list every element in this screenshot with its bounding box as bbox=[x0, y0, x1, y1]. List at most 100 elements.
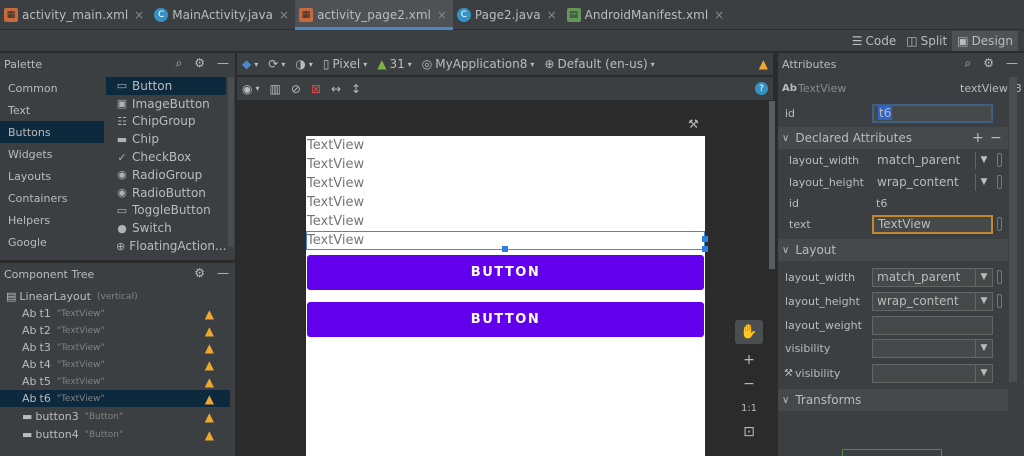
layout-weight-input[interactable] bbox=[872, 315, 993, 335]
minimize-icon[interactable]: — bbox=[1006, 56, 1018, 71]
vertical-expand-button[interactable]: ↕ bbox=[346, 82, 366, 96]
warning-icon[interactable]: ▲ bbox=[205, 375, 214, 389]
horizontal-expand-button[interactable]: ↔ bbox=[326, 82, 346, 96]
warning-icon[interactable]: ▲ bbox=[205, 358, 214, 372]
tab-page2-java[interactable]: C Page2.java × bbox=[453, 0, 563, 30]
declared-attributes-section[interactable]: ∨ Declared Attributes + − bbox=[778, 127, 1008, 149]
night-mode-button[interactable]: ◑ ▾ bbox=[290, 57, 318, 71]
tree-row-t4[interactable]: Ab t4 "TextView" ▲ bbox=[0, 356, 230, 373]
palette-category-text[interactable]: Text bbox=[0, 99, 104, 121]
resource-picker-icon[interactable] bbox=[997, 175, 1002, 189]
textview-t1[interactable]: TextView bbox=[307, 136, 364, 155]
tab-mainactivity-java[interactable]: C MainActivity.java × bbox=[150, 0, 295, 30]
design-canvas[interactable]: ⚒ TextView TextView TextView TextView Te… bbox=[237, 101, 775, 456]
resource-picker-icon[interactable] bbox=[997, 153, 1002, 167]
canvas-scrollbar[interactable] bbox=[769, 101, 775, 269]
palette-scrollbar[interactable] bbox=[228, 77, 234, 247]
attributes-scrollbar[interactable] bbox=[1009, 77, 1017, 382]
code-mode-button[interactable]: ☰ Code bbox=[847, 31, 902, 51]
tab-androidmanifest-xml[interactable]: ▤ AndroidManifest.xml × bbox=[563, 0, 731, 30]
tree-row-t2[interactable]: Ab t2 "TextView" ▲ bbox=[0, 322, 230, 339]
device-selector[interactable]: ▯ Pixel ▾ bbox=[318, 57, 372, 71]
wrench-icon[interactable]: ⚒ bbox=[688, 117, 699, 131]
palette-item-floatingaction[interactable]: ⊕ FloatingAction... bbox=[106, 237, 226, 255]
chevron-down-icon[interactable]: ▼ bbox=[975, 364, 992, 382]
tab-activity-main-xml[interactable]: ▦ activity_main.xml × bbox=[0, 0, 150, 30]
design-surface-button[interactable]: ◆ ▾ bbox=[237, 57, 263, 71]
search-icon[interactable]: ⌕ bbox=[176, 56, 183, 71]
resource-picker-icon[interactable] bbox=[997, 217, 1002, 231]
locale-selector[interactable]: ⊕ Default (en-us) ▾ bbox=[539, 57, 659, 71]
chevron-down-icon[interactable]: ▼ bbox=[975, 151, 992, 169]
palette-category-helpers[interactable]: Helpers bbox=[0, 209, 104, 231]
palette-item-button[interactable]: ▭ Button bbox=[106, 77, 226, 95]
tree-row-t3[interactable]: Ab t3 "TextView" ▲ bbox=[0, 339, 230, 356]
palette-item-checkbox[interactable]: ✓ CheckBox bbox=[106, 148, 226, 166]
chevron-down-icon[interactable]: ▼ bbox=[975, 173, 992, 191]
palette-item-chip[interactable]: ▬ Chip bbox=[106, 130, 226, 148]
gear-icon[interactable]: ⚙ bbox=[194, 56, 205, 71]
tree-row-t1[interactable]: Ab t1 "TextView" ▲ bbox=[0, 305, 230, 322]
palette-category-common[interactable]: Common bbox=[0, 77, 104, 99]
gear-icon[interactable]: ⚙ bbox=[983, 56, 994, 71]
id-input[interactable]: t6 bbox=[872, 103, 993, 123]
tab-activity-page2-xml[interactable]: ▦ activity_page2.xml × bbox=[295, 0, 453, 30]
palette-category-containers[interactable]: Containers bbox=[0, 187, 104, 209]
autoconnect-button[interactable]: ⊘ bbox=[286, 82, 306, 96]
help-button[interactable]: ? bbox=[750, 82, 773, 95]
api-level-selector[interactable]: ▲ 31 ▾ bbox=[372, 57, 417, 71]
warning-icon[interactable]: ▲ bbox=[205, 428, 214, 442]
close-icon[interactable]: × bbox=[714, 8, 724, 22]
button3-preview[interactable]: BUTTON bbox=[307, 255, 704, 290]
chevron-down-icon[interactable]: ▼ bbox=[975, 339, 992, 357]
close-icon[interactable]: × bbox=[134, 8, 144, 22]
minimize-icon[interactable]: — bbox=[217, 266, 229, 280]
warnings-button[interactable]: ▲ bbox=[754, 57, 773, 71]
textview-t5[interactable]: TextView bbox=[307, 212, 364, 231]
tree-row-button3[interactable]: ▬ button3 "Button" ▲ bbox=[0, 408, 230, 425]
textview-t2[interactable]: TextView bbox=[307, 155, 364, 174]
palette-category-layouts[interactable]: Layouts bbox=[0, 165, 104, 187]
close-icon[interactable]: × bbox=[547, 8, 557, 22]
transforms-section[interactable]: ∨ Transforms bbox=[778, 389, 1008, 411]
warning-icon[interactable]: ▲ bbox=[205, 392, 214, 406]
palette-item-imagebutton[interactable]: ▣ ImageButton bbox=[106, 95, 226, 113]
tree-row-button4[interactable]: ▬ button4 "Button" ▲ bbox=[0, 426, 230, 443]
view-options-button[interactable]: ◉ ▾ bbox=[237, 82, 265, 96]
palette-category-buttons[interactable]: Buttons bbox=[0, 121, 104, 143]
split-mode-button[interactable]: ◫ Split bbox=[901, 31, 952, 51]
palette-item-radiogroup[interactable]: ◉ RadioGroup bbox=[106, 166, 226, 184]
tree-row-t6[interactable]: Ab t6 "TextView" ▲ bbox=[0, 390, 230, 407]
palette-item-chipgroup[interactable]: ☷ ChipGroup bbox=[106, 113, 226, 131]
theme-selector[interactable]: ◎ MyApplication8 ▾ bbox=[417, 57, 540, 71]
layout-section[interactable]: ∨ Layout bbox=[778, 239, 1008, 261]
button4-preview[interactable]: BUTTON bbox=[307, 302, 704, 337]
tree-row-linearlayout[interactable]: ▤ LinearLayout (vertical) bbox=[0, 288, 230, 305]
palette-item-radiobutton[interactable]: ◉ RadioButton bbox=[106, 184, 226, 202]
tree-row-t5[interactable]: Ab t5 "TextView" ▲ bbox=[0, 373, 230, 390]
resize-handle[interactable] bbox=[702, 236, 708, 242]
text-input[interactable]: TextView bbox=[872, 214, 993, 234]
remove-attribute-icon[interactable]: − bbox=[990, 130, 1002, 146]
chevron-down-icon[interactable]: ▼ bbox=[975, 268, 992, 286]
close-icon[interactable]: × bbox=[437, 8, 447, 22]
gear-icon[interactable]: ⚙ bbox=[194, 266, 205, 280]
resource-picker-icon[interactable] bbox=[997, 270, 1002, 284]
device-preview[interactable]: TextView TextView TextView TextView Text… bbox=[306, 136, 708, 456]
resource-picker-icon[interactable] bbox=[997, 294, 1002, 308]
textview-t3[interactable]: TextView bbox=[307, 174, 364, 193]
resize-handle[interactable] bbox=[502, 246, 508, 252]
palette-category-google[interactable]: Google bbox=[0, 231, 104, 253]
zoom-in-button[interactable]: + bbox=[735, 348, 763, 372]
resize-handle[interactable] bbox=[702, 246, 708, 252]
zoom-actual-size-button[interactable]: 1:1 bbox=[735, 396, 763, 420]
warning-icon[interactable]: ▲ bbox=[205, 307, 214, 321]
warning-icon[interactable]: ▲ bbox=[205, 410, 214, 424]
palette-category-widgets[interactable]: Widgets bbox=[0, 143, 104, 165]
warning-icon[interactable]: ▲ bbox=[205, 324, 214, 338]
palette-item-togglebutton[interactable]: ▭ ToggleButton bbox=[106, 202, 226, 220]
warning-icon[interactable]: ▲ bbox=[205, 341, 214, 355]
close-icon[interactable]: × bbox=[279, 8, 289, 22]
add-attribute-icon[interactable]: + bbox=[972, 130, 984, 146]
clear-constraints-button[interactable]: ⊠ bbox=[306, 82, 326, 96]
